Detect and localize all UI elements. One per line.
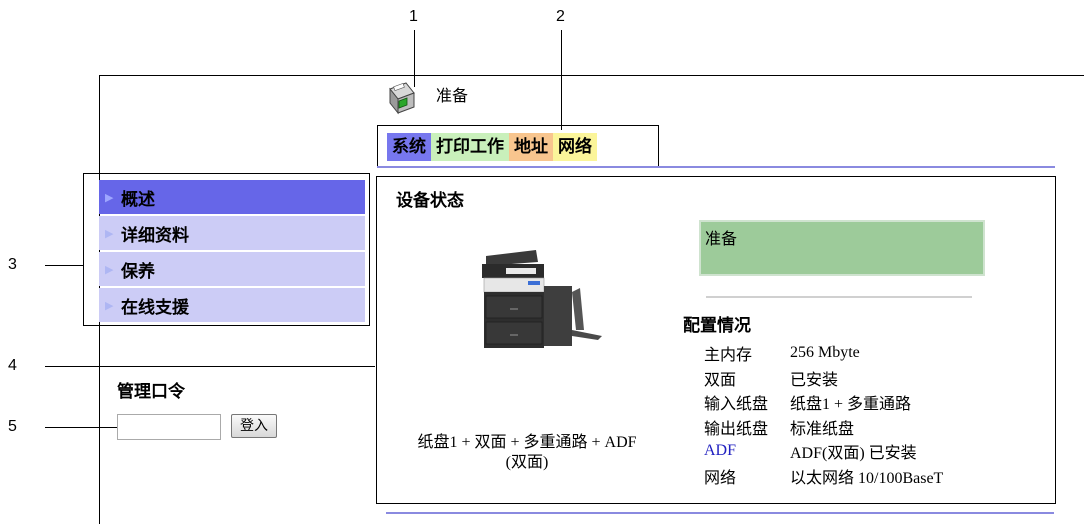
callout-2-leader	[561, 30, 562, 130]
device-caption-line1: 纸盘1 + 双面 + 多重通路 + ADF	[417, 434, 637, 451]
callout-5-leader	[45, 427, 119, 428]
sidebar-menu: ▶ 概述 ▶ 详细资料 ▶ 保养 ▶ 在线支援	[99, 180, 365, 324]
sidebar-item-details[interactable]: ▶ 详细资料	[99, 216, 365, 250]
device-configuration-caption: 纸盘1 + 双面 + 多重通路 + ADF (双面)	[394, 433, 660, 473]
callout-1: 1	[409, 8, 418, 25]
configuration-title: 配置情况	[683, 316, 751, 335]
device-status-text: 准备	[436, 88, 469, 105]
config-row-input-tray: 输入纸盘 纸盘1 + 多重通路	[704, 390, 943, 415]
callout-4-leader	[45, 366, 375, 367]
divider	[706, 296, 972, 298]
copier-device-image	[482, 250, 602, 348]
callout-3: 3	[8, 256, 17, 273]
admin-password-input[interactable]	[117, 414, 221, 440]
arrow-right-icon: ▶	[105, 298, 114, 312]
admin-password-title: 管理口令	[117, 382, 185, 401]
status-display-box	[699, 220, 985, 276]
sidebar-item-label: 保养	[121, 261, 155, 281]
tab-bar: 系统 打印工作 地址 网络	[387, 133, 597, 161]
config-key: 输入纸盘	[704, 396, 769, 414]
config-key: 输出纸盘	[704, 420, 769, 438]
login-button[interactable]: 登入	[231, 414, 277, 438]
config-value: 纸盘1 + 多重通路	[790, 396, 912, 414]
bottom-rule	[386, 512, 1054, 514]
config-key: 双面	[704, 371, 737, 389]
callout-3-leader	[45, 265, 84, 266]
arrow-right-icon: ▶	[105, 262, 114, 276]
device-caption-line2: (双面)	[505, 454, 549, 471]
status-display-text: 准备	[705, 231, 738, 248]
config-key: 网络	[704, 469, 737, 487]
config-row-duplex: 双面 已安装	[704, 366, 943, 391]
sidebar-item-online-support[interactable]: ▶ 在线支援	[99, 288, 365, 322]
frame-top-line	[99, 75, 1084, 76]
config-value: 已安装	[790, 371, 839, 389]
callout-2: 2	[556, 8, 565, 25]
sidebar-item-maintenance[interactable]: ▶ 保养	[99, 252, 365, 286]
tab-address[interactable]: 地址	[509, 133, 553, 161]
callout-4: 4	[8, 357, 17, 374]
sidebar-item-label: 概述	[121, 189, 155, 209]
callout-5: 5	[8, 418, 17, 435]
panel-title: 设备状态	[396, 191, 464, 210]
configuration-table: 主内存 256 Mbyte 双面 已安装 输入纸盘 纸盘1 + 多重通路 输出纸…	[704, 341, 943, 488]
tab-print-jobs[interactable]: 打印工作	[431, 133, 509, 161]
arrow-right-icon: ▶	[105, 226, 114, 240]
config-value: 标准纸盘	[790, 420, 855, 438]
arrow-right-icon: ▶	[105, 190, 114, 204]
tab-network[interactable]: 网络	[553, 133, 597, 161]
sidebar-item-label: 详细资料	[121, 225, 189, 245]
config-key: ADF	[704, 442, 737, 460]
config-row-adf: ADF ADF(双面) 已安装	[704, 439, 943, 464]
callout-1-leader	[414, 30, 415, 87]
config-row-memory: 主内存 256 Mbyte	[704, 341, 943, 366]
config-key: 主内存	[704, 347, 753, 365]
config-row-network: 网络 以太网络 10/100BaseT	[704, 464, 943, 489]
tab-underline	[377, 166, 1055, 168]
tab-system[interactable]: 系统	[387, 133, 431, 161]
config-value: ADF(双面) 已安装	[790, 445, 917, 463]
config-value: 以太网络 10/100BaseT	[790, 469, 944, 487]
printer-icon	[389, 82, 415, 115]
config-value: 256 Mbyte	[790, 344, 860, 362]
config-row-output-tray: 输出纸盘 标准纸盘	[704, 415, 943, 440]
sidebar-item-overview[interactable]: ▶ 概述	[99, 180, 365, 214]
sidebar-item-label: 在线支援	[121, 297, 189, 317]
